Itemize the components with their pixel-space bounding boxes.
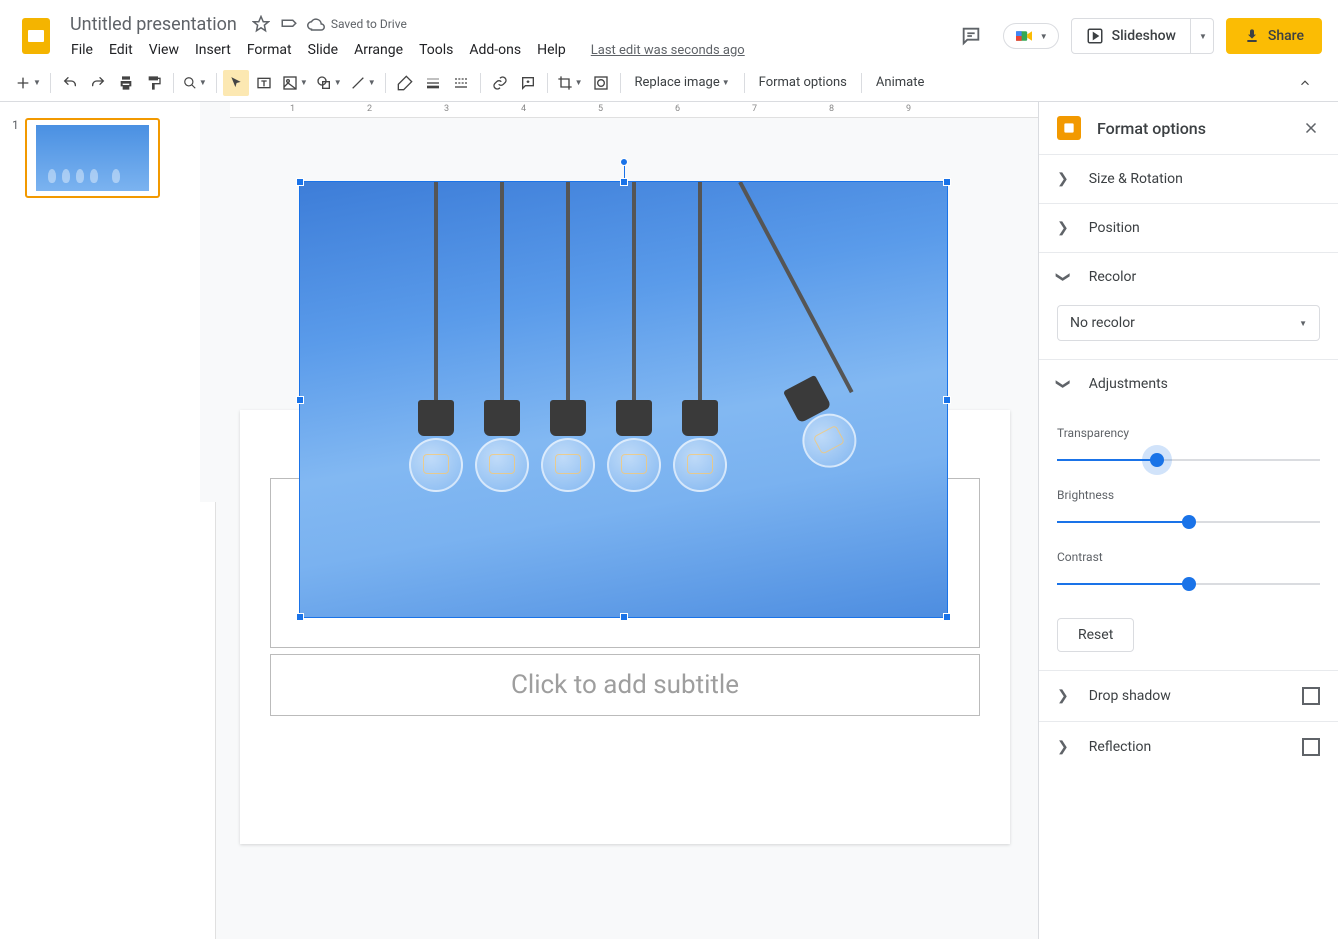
transparency-label: Transparency (1057, 426, 1320, 440)
format-options-panel: Format options ❯ Size & Rotation ❯ Posit… (1038, 102, 1338, 939)
format-options-button[interactable]: Format options (751, 70, 855, 96)
reset-button[interactable]: Reset (1057, 618, 1134, 652)
resize-handle-tl[interactable] (296, 178, 304, 186)
border-color-button[interactable] (392, 70, 418, 96)
border-dash-button[interactable] (448, 70, 474, 96)
slides-logo[interactable] (16, 16, 56, 56)
section-recolor[interactable]: ❯ Recolor (1039, 253, 1338, 301)
recolor-select[interactable]: No recolor ▼ (1057, 305, 1320, 341)
crop-button[interactable]: ▼ (554, 70, 586, 96)
section-reflection[interactable]: ❯ Reflection (1039, 722, 1338, 772)
section-adjustments[interactable]: ❯ Adjustments (1039, 360, 1338, 408)
menu-help[interactable]: Help (530, 38, 573, 62)
rotation-handle[interactable] (620, 158, 628, 166)
share-label: Share (1268, 28, 1304, 44)
doc-title[interactable]: Untitled presentation (64, 12, 243, 37)
star-icon[interactable] (251, 14, 271, 34)
chevron-down-icon: ❯ (1055, 271, 1071, 283)
animate-button[interactable]: Animate (868, 70, 932, 96)
brightness-slider[interactable] (1057, 512, 1320, 532)
contrast-slider[interactable] (1057, 574, 1320, 594)
transparency-slider[interactable] (1057, 450, 1320, 470)
canvas-area[interactable]: 123456789 Click to add title Click to ad… (200, 102, 1038, 939)
cloud-status[interactable]: Saved to Drive (307, 15, 407, 33)
menu-format[interactable]: Format (240, 38, 299, 62)
menu-slide[interactable]: Slide (301, 38, 345, 62)
mask-button[interactable] (588, 70, 614, 96)
print-button[interactable] (113, 70, 139, 96)
chevron-right-icon: ❯ (1057, 220, 1069, 236)
image-tool[interactable]: ▼ (279, 70, 311, 96)
chevron-right-icon: ❯ (1057, 171, 1069, 187)
slide-number: 1 (12, 118, 19, 198)
redo-button[interactable] (85, 70, 111, 96)
comments-button[interactable] (951, 16, 991, 56)
resize-handle-tr[interactable] (943, 178, 951, 186)
section-drop-shadow[interactable]: ❯ Drop shadow (1039, 671, 1338, 721)
chevron-down-icon: ❯ (1055, 378, 1071, 390)
app-header: Untitled presentation Saved to Drive Fil… (0, 0, 1338, 64)
resize-handle-t[interactable] (620, 178, 628, 186)
panel-title: Format options (1097, 119, 1286, 138)
section-position[interactable]: ❯ Position (1039, 204, 1338, 252)
share-button[interactable]: Share (1226, 18, 1322, 54)
section-size-rotation[interactable]: ❯ Size & Rotation (1039, 155, 1338, 203)
comment-button[interactable] (515, 70, 541, 96)
panel-close-button[interactable] (1302, 119, 1320, 137)
line-tool[interactable]: ▼ (347, 70, 379, 96)
menu-bar: File Edit View Insert Format Slide Arran… (64, 38, 951, 62)
meet-button[interactable]: ▼ (1003, 23, 1059, 49)
brightness-label: Brightness (1057, 488, 1320, 502)
selected-image[interactable] (300, 182, 947, 617)
select-tool[interactable] (223, 70, 249, 96)
menu-edit[interactable]: Edit (102, 38, 140, 62)
menu-tools[interactable]: Tools (412, 38, 460, 62)
menu-insert[interactable]: Insert (188, 38, 238, 62)
chevron-right-icon: ❯ (1057, 688, 1069, 704)
meet-dropdown-icon: ▼ (1040, 32, 1048, 41)
resize-handle-bl[interactable] (296, 613, 304, 621)
resize-handle-r[interactable] (943, 396, 951, 404)
move-icon[interactable] (279, 14, 299, 34)
zoom-button[interactable]: ▼ (180, 70, 210, 96)
slide-thumbnail[interactable] (25, 118, 160, 198)
menu-arrange[interactable]: Arrange (347, 38, 410, 62)
resize-handle-b[interactable] (620, 613, 628, 621)
undo-button[interactable] (57, 70, 83, 96)
slideshow-dropdown[interactable]: ▼ (1190, 19, 1213, 53)
border-weight-button[interactable] (420, 70, 446, 96)
subtitle-placeholder[interactable]: Click to add subtitle (270, 654, 980, 716)
menu-file[interactable]: File (64, 38, 100, 62)
filmstrip: 1 (0, 102, 200, 939)
chevron-right-icon: ❯ (1057, 739, 1069, 755)
textbox-tool[interactable] (251, 70, 277, 96)
paint-format-button[interactable] (141, 70, 167, 96)
vertical-ruler (200, 502, 216, 939)
shape-tool[interactable]: ▼ (313, 70, 345, 96)
toolbar: ▼ ▼ ▼ ▼ ▼ ▼ Replace image▼ Format option… (0, 64, 1338, 102)
drop-shadow-checkbox[interactable] (1302, 687, 1320, 705)
saved-text: Saved to Drive (331, 17, 407, 31)
link-button[interactable] (487, 70, 513, 96)
horizontal-ruler: 123456789 (230, 102, 1038, 118)
dropdown-icon: ▼ (1299, 319, 1307, 328)
menu-addons[interactable]: Add-ons (462, 38, 528, 62)
collapse-toolbar-button[interactable] (1292, 70, 1318, 96)
contrast-label: Contrast (1057, 550, 1320, 564)
slideshow-label: Slideshow (1112, 28, 1176, 44)
replace-image-button[interactable]: Replace image▼ (627, 70, 738, 96)
reflection-checkbox[interactable] (1302, 738, 1320, 756)
menu-view[interactable]: View (142, 38, 186, 62)
new-slide-button[interactable]: ▼ (12, 70, 44, 96)
resize-handle-br[interactable] (943, 613, 951, 621)
panel-icon (1057, 116, 1081, 140)
resize-handle-l[interactable] (296, 396, 304, 404)
slideshow-button[interactable]: Slideshow ▼ (1071, 18, 1214, 54)
last-edit-link[interactable]: Last edit was seconds ago (591, 43, 745, 58)
